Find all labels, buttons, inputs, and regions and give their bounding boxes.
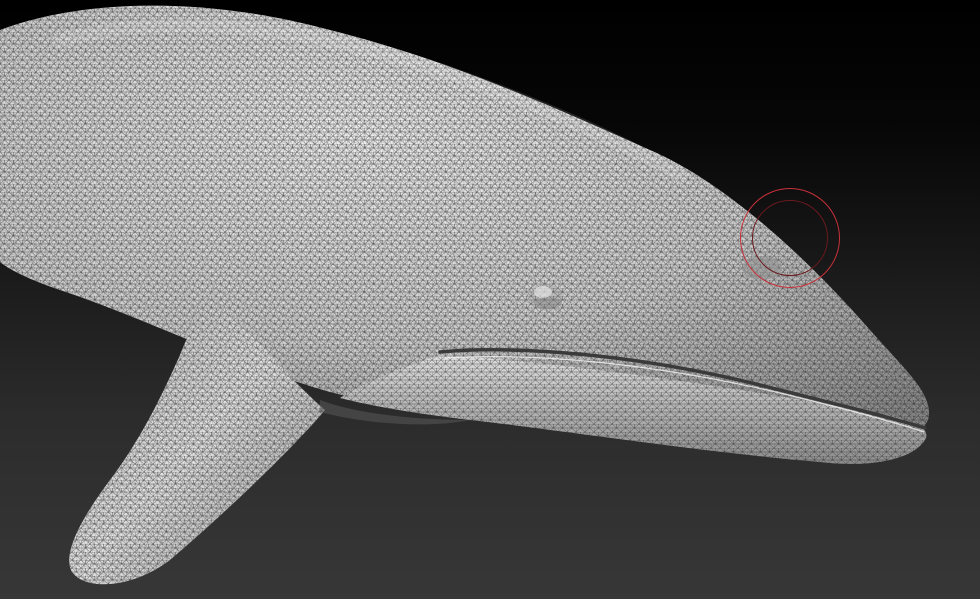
- whale-mesh-render: [0, 5, 930, 585]
- sculpt-viewport[interactable]: [0, 0, 980, 599]
- whale-eye: [529, 284, 563, 310]
- whale-blowhole: [742, 256, 782, 280]
